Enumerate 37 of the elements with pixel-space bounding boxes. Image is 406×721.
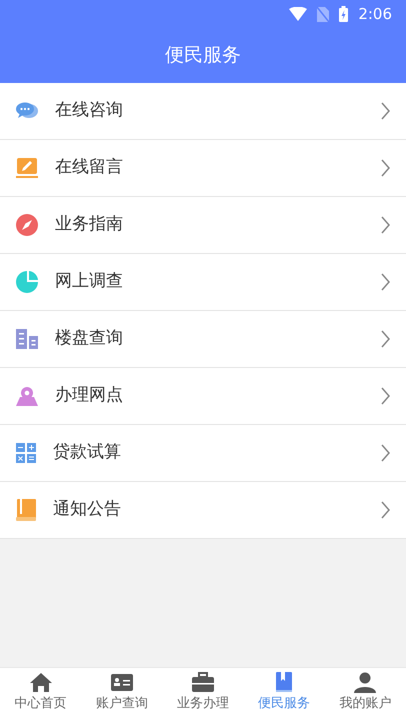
id-card-icon: [110, 672, 133, 693]
menu-item[interactable]: 在线咨询: [0, 83, 406, 140]
chevron-right-icon: [381, 159, 390, 177]
tab-bar-item[interactable]: 账户查询: [81, 668, 162, 721]
tab-bar-item[interactable]: 我的账户: [324, 668, 406, 721]
chevron-right-icon: [381, 216, 390, 234]
pencil-note-icon: [16, 158, 38, 178]
chevron-right-icon: [381, 501, 390, 519]
chevron-right-icon: [381, 387, 390, 405]
home-icon: [30, 672, 52, 693]
chevron-right-icon: [381, 102, 390, 120]
chevron-right-icon: [381, 444, 390, 462]
calculator-icon: [16, 443, 36, 463]
status-time: 2:06: [358, 4, 392, 25]
menu-item[interactable]: 办理网点: [0, 368, 406, 425]
tab-bar-item[interactable]: 中心首页: [0, 668, 82, 721]
pie-chart-icon: [16, 271, 38, 293]
buildings-icon: [16, 329, 38, 349]
wifi-icon: [289, 7, 308, 21]
briefcase-icon: [192, 672, 214, 693]
menu-item[interactable]: 贷款试算: [0, 425, 406, 482]
map-pin-icon: [16, 386, 38, 406]
menu-item[interactable]: 业务指南: [0, 197, 406, 254]
chevron-right-icon: [381, 330, 390, 348]
chat-bubbles-icon: [16, 102, 38, 120]
menu-item[interactable]: 在线留言: [0, 140, 406, 197]
no-sim-icon: [317, 6, 330, 22]
tab-bar-item[interactable]: 业务办理: [162, 668, 244, 721]
compass-icon: [16, 214, 38, 236]
battery-charging-icon: [339, 6, 348, 22]
page-title: 便民服务: [165, 43, 241, 68]
menu-item[interactable]: 通知公告: [0, 482, 406, 539]
menu-item[interactable]: 网上调查: [0, 254, 406, 311]
menu-item[interactable]: 楼盘查询: [0, 311, 406, 368]
person-icon: [354, 672, 376, 693]
chevron-right-icon: [381, 273, 390, 291]
book-icon: [16, 499, 36, 521]
